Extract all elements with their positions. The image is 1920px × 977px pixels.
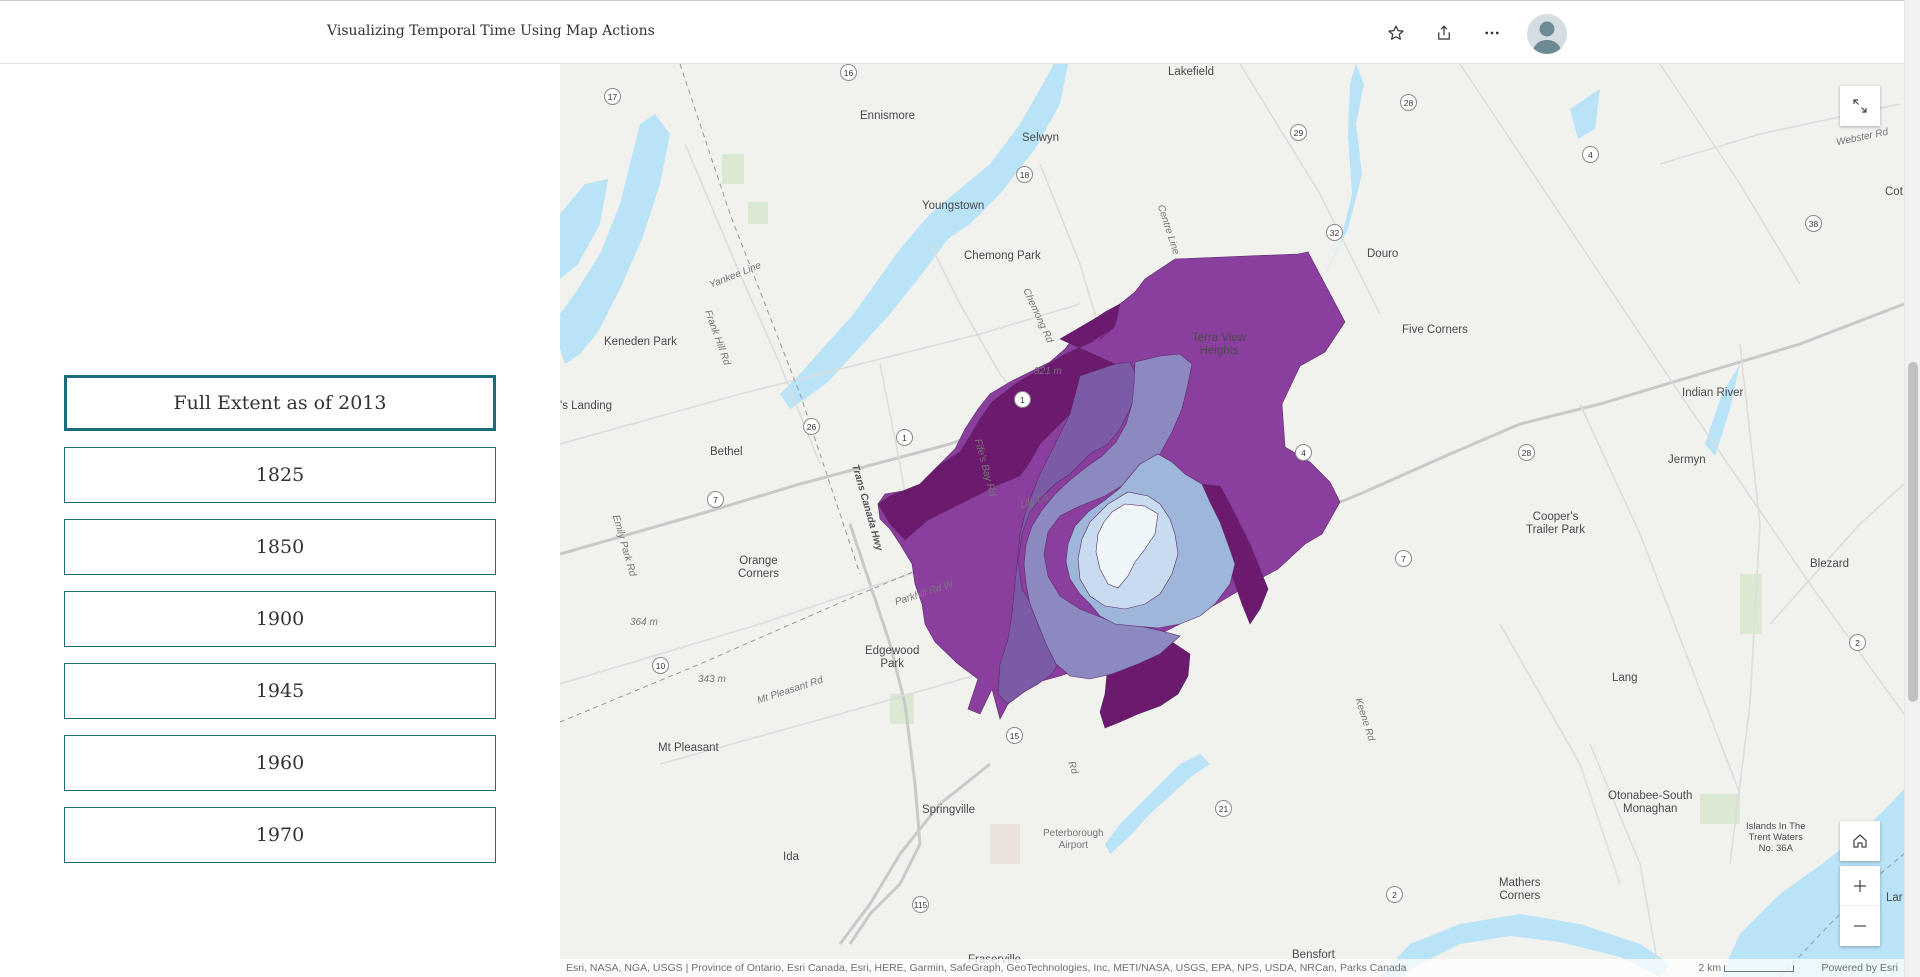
small-lake <box>1570 89 1600 139</box>
year-1960-button[interactable]: 1960 <box>64 735 496 791</box>
park-6 <box>1740 574 1762 634</box>
shield-7-east: 7 <box>1395 550 1412 567</box>
chemong-lake <box>780 64 1068 409</box>
powered-by-esri[interactable]: Powered by Esri <box>1822 962 1898 974</box>
place-ida: Ida <box>783 851 799 863</box>
place-ennismore: Ennismore <box>860 110 915 122</box>
place-mathers-corners: Mathers Corners <box>1499 877 1541 903</box>
shield-115: 115 <box>912 896 929 913</box>
shield-21: 21 <box>1215 800 1232 817</box>
shield-16: 16 <box>840 64 857 81</box>
place-landing: 's Landing <box>560 400 613 412</box>
year-1900-button[interactable]: 1900 <box>64 591 496 647</box>
scale-bar: 2 km <box>1698 962 1794 974</box>
shield-18: 18 <box>1016 166 1033 183</box>
park-1 <box>722 154 744 184</box>
place-selwyn: Selwyn <box>1022 132 1060 144</box>
shield-28-mid: 28 <box>1518 444 1535 461</box>
shield-10: 10 <box>652 657 669 674</box>
zoom-out-button[interactable] <box>1840 906 1880 946</box>
share-button[interactable] <box>1430 19 1458 47</box>
scale-label: 2 km <box>1698 962 1722 974</box>
elevation-343: 343 m <box>698 674 726 685</box>
place-indian-river: Indian River <box>1682 387 1744 399</box>
place-islands: Islands In The Trent Waters No. 36A <box>1746 821 1806 854</box>
home-icon <box>1853 834 1867 848</box>
shield-29: 29 <box>1290 124 1307 141</box>
place-blezard: Blezard <box>1810 558 1849 570</box>
more-options-button[interactable] <box>1478 19 1506 47</box>
shield-2-east: 2 <box>1849 634 1866 651</box>
sidebar-panel: Full Extent as of 2013 1825 1850 1900 19… <box>0 64 560 977</box>
place-cot: Cot <box>1885 186 1903 198</box>
attribution-text: Esri, NASA, NGA, USGS | Province of Onta… <box>566 962 1407 974</box>
minus-icon <box>1854 925 1866 927</box>
user-avatar-button[interactable] <box>1527 14 1567 54</box>
shield-15: 15 <box>1006 727 1023 744</box>
scrollbar-thumb[interactable] <box>1908 362 1918 702</box>
place-youngstown: Youngstown <box>922 200 985 212</box>
place-springville: Springville <box>922 804 976 816</box>
year-1850-button[interactable]: 1850 <box>64 519 496 575</box>
place-peterborough-airport: Peterborough Airport <box>1043 828 1104 851</box>
elevation-364: 364 m <box>630 617 658 628</box>
plus-icon <box>1854 880 1866 892</box>
place-lang: Lang <box>1612 672 1638 684</box>
shield-1-east: 1 <box>1014 391 1031 408</box>
place-orange-corners: Orange Corners <box>738 555 779 581</box>
year-1945-button[interactable]: 1945 <box>64 663 496 719</box>
place-bethel: Bethel <box>710 446 743 458</box>
star-icon <box>1388 25 1404 40</box>
expand-icon <box>1853 99 1867 113</box>
time-buttons: Full Extent as of 2013 1825 1850 1900 19… <box>64 375 496 879</box>
shield-28-north: 28 <box>1400 94 1417 111</box>
share-icon <box>1438 25 1450 40</box>
place-keneden-park: Keneden Park <box>604 336 677 348</box>
place-otonabee: Otonabee-South Monaghan <box>1608 790 1693 816</box>
river-south <box>1105 754 1210 854</box>
park-7 <box>990 824 1020 864</box>
shield-2-south: 2 <box>1386 886 1403 903</box>
shield-17: 17 <box>604 88 621 105</box>
home-button[interactable] <box>1840 821 1880 861</box>
shield-7-west: 7 <box>707 491 724 508</box>
city-extent <box>877 251 1346 729</box>
map-attribution: Esri, NASA, NGA, USGS | Province of Onta… <box>560 959 1904 977</box>
basemap <box>560 64 1904 977</box>
place-coopers: Cooper's Trailer Park <box>1526 511 1585 537</box>
park-4 <box>1700 794 1740 824</box>
place-five-corners: Five Corners <box>1402 324 1468 336</box>
full-extent-button[interactable]: Full Extent as of 2013 <box>64 375 496 431</box>
favorite-button[interactable] <box>1382 19 1410 47</box>
more-icon <box>1485 31 1499 35</box>
shield-1-west: 1 <box>896 429 913 446</box>
place-edgewood-park: Edgewood Park <box>865 645 920 671</box>
map-view[interactable]: Lakefield Ennismore Selwyn Youngstown Ch… <box>560 64 1904 977</box>
shield-32: 32 <box>1326 224 1343 241</box>
shield-4-mid: 4 <box>1295 444 1312 461</box>
place-lakefield: Lakefield <box>1168 66 1215 78</box>
page-scrollbar[interactable] <box>1904 0 1920 977</box>
place-terra-view-heights: Terra View Heights <box>1192 332 1247 358</box>
place-jermyn: Jermyn <box>1668 454 1706 466</box>
park-2 <box>748 202 768 224</box>
app-header: Visualizing Temporal Time Using Map Acti… <box>0 0 1904 64</box>
zoom-in-button[interactable] <box>1840 866 1880 906</box>
year-1970-button[interactable]: 1970 <box>64 807 496 863</box>
place-chemong-park: Chemong Park <box>964 250 1041 262</box>
year-1825-button[interactable]: 1825 <box>64 447 496 503</box>
user-avatar-icon <box>1532 21 1562 54</box>
shield-4-north: 4 <box>1582 146 1599 163</box>
place-douro: Douro <box>1367 248 1399 260</box>
river-east <box>1705 364 1740 456</box>
shield-26: 26 <box>803 418 820 435</box>
fullscreen-button[interactable] <box>1840 86 1880 126</box>
elevation-321: 321 m <box>1034 366 1062 377</box>
place-mt-pleasant: Mt Pleasant <box>658 742 719 754</box>
page-title: Visualizing Temporal Time Using Map Acti… <box>327 23 655 39</box>
scale-line <box>1724 964 1794 972</box>
shield-38: 38 <box>1805 215 1822 232</box>
place-lar: Lar <box>1886 892 1903 904</box>
